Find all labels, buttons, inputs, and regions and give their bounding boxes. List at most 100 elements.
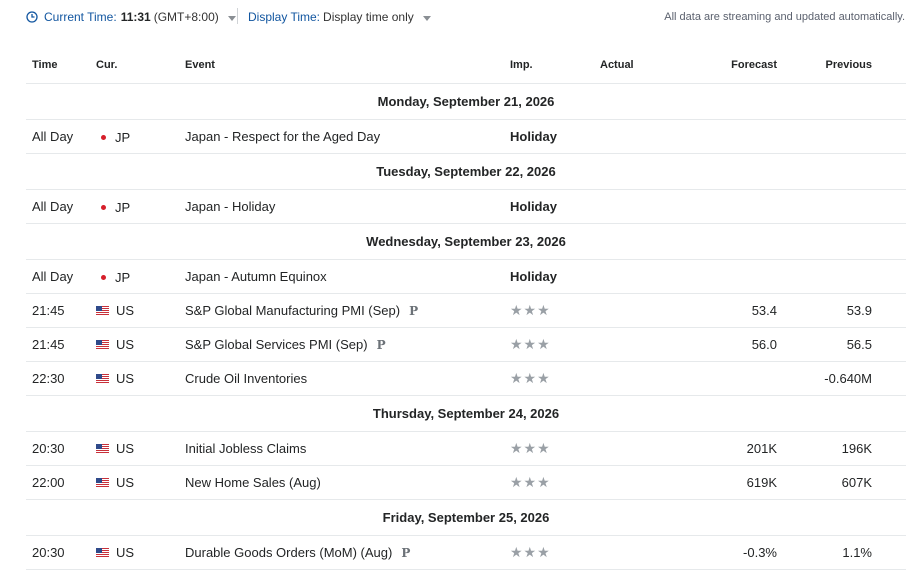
event-currency-cell: US [96,465,185,500]
display-time-value: Display time only [323,10,414,24]
row-spacer [872,259,906,294]
table-header-row: Time Cur. Event Imp. Actual Forecast Pre… [26,47,906,84]
event-row[interactable]: 21:45 US S&P Global Services PMI (Sep) P ★★★… [26,327,906,362]
calendar-toolbar: Current Time: 11:31 (GMT+8:00) Display T… [0,0,919,34]
event-row[interactable]: 20:30 US Durable Goods Orders (MoM) (Aug) P… [26,535,906,570]
importance-stars-icon: ★★★ [510,465,600,500]
holiday-label: Holiday [510,119,600,154]
row-spacer [872,119,906,154]
event-actual [600,465,700,500]
event-previous: -0.640M [777,361,872,396]
us-flag-icon [96,339,109,349]
us-flag-icon [96,305,109,315]
event-previous: 1.1% [777,535,872,570]
preliminary-icon: P [401,545,411,560]
chevron-down-icon [422,15,431,21]
day-header-label: Friday, September 25, 2026 [26,499,906,536]
current-time-selector[interactable]: Current Time: 11:31 (GMT+8:00) [26,10,236,24]
event-currency-cell: US [96,293,185,328]
jp-flag-icon [101,274,106,280]
column-header-time: Time [26,47,96,84]
event-forecast: 56.0 [700,327,777,362]
event-previous [777,119,872,154]
event-forecast: -0.3% [700,535,777,570]
row-spacer [872,361,906,396]
event-currency-cell: US [96,431,185,466]
event-name-link[interactable]: New Home Sales (Aug) [185,475,321,490]
day-header-row: Tuesday, September 22, 2026 [26,153,906,190]
event-currency-cell: JP [96,189,185,224]
event-row[interactable]: All Day JP Japan - Holiday Holiday [26,189,906,224]
column-header-previous: Previous [777,47,872,84]
calendar-body: Monday, September 21, 2026 All Day JP Japan… [26,83,906,570]
event-name-cell: Durable Goods Orders (MoM) (Aug) P [185,535,510,570]
event-name-link[interactable]: Initial Jobless Claims [185,441,306,456]
us-flag-icon [96,547,109,557]
event-row[interactable]: 22:30 US Crude Oil Inventories ★★★ -0.640M [26,361,906,396]
importance-stars-icon: ★★★ [510,431,600,466]
event-name-link[interactable]: Durable Goods Orders (MoM) (Aug) [185,545,392,560]
event-row[interactable]: 21:45 US S&P Global Manufacturing PMI (Sep… [26,293,906,328]
event-name-cell: Japan - Respect for the Aged Day [185,119,510,154]
importance-stars-icon: ★★★ [510,535,600,570]
event-row[interactable]: 20:30 US Initial Jobless Claims ★★★ 201K 196K [26,431,906,466]
event-time: 22:30 [26,361,96,396]
event-row[interactable]: 22:00 US New Home Sales (Aug) ★★★ 619K 607K [26,465,906,500]
jp-flag-icon [101,204,106,210]
event-name-link[interactable]: S&P Global Manufacturing PMI (Sep) [185,303,400,318]
event-actual [600,189,700,224]
event-name-link[interactable]: Crude Oil Inventories [185,371,307,386]
column-header-currency: Cur. [96,47,185,84]
event-currency-cell: JP [96,119,185,154]
event-previous: 196K [777,431,872,466]
event-previous: 607K [777,465,872,500]
event-currency-cell: US [96,361,185,396]
event-actual [600,119,700,154]
event-time: All Day [26,259,96,294]
clock-icon [26,11,38,23]
column-header-spacer [872,47,906,84]
event-time: 20:30 [26,431,96,466]
us-flag-icon [96,373,109,383]
event-previous: 53.9 [777,293,872,328]
event-name-link[interactable]: Japan - Autumn Equinox [185,269,327,284]
us-flag-icon [96,477,109,487]
economic-calendar-table: Time Cur. Event Imp. Actual Forecast Pre… [26,47,906,570]
event-time: All Day [26,119,96,154]
row-spacer [872,327,906,362]
event-currency: US [116,474,135,490]
event-currency: US [116,302,135,318]
event-name-link[interactable]: Japan - Holiday [185,199,275,214]
row-spacer [872,189,906,224]
event-currency: US [116,370,135,386]
event-currency: JP [115,129,131,145]
column-header-importance: Imp. [510,47,600,84]
row-spacer [872,535,906,570]
event-name-cell: Japan - Holiday [185,189,510,224]
event-currency: US [116,440,135,456]
toolbar-divider [237,8,238,24]
event-currency-cell: US [96,327,185,362]
event-forecast: 201K [700,431,777,466]
display-time-selector[interactable]: Display Time: Display time only [248,10,431,24]
jp-flag-icon [101,134,106,140]
event-name-link[interactable]: S&P Global Services PMI (Sep) [185,337,368,352]
column-header-actual: Actual [600,47,700,84]
event-name-link[interactable]: Japan - Respect for the Aged Day [185,129,380,144]
event-name-cell: Crude Oil Inventories [185,361,510,396]
event-row[interactable]: All Day JP Japan - Autumn Equinox Holiday [26,259,906,294]
holiday-label: Holiday [510,259,600,294]
chevron-down-icon [227,15,236,21]
event-actual [600,431,700,466]
day-header-row: Thursday, September 24, 2026 [26,395,906,432]
event-actual [600,361,700,396]
day-header-row: Monday, September 21, 2026 [26,83,906,120]
event-forecast [700,361,777,396]
event-actual [600,327,700,362]
importance-stars-icon: ★★★ [510,293,600,328]
event-name-cell: S&P Global Services PMI (Sep) P [185,327,510,362]
event-row[interactable]: All Day JP Japan - Respect for the Aged Da… [26,119,906,154]
day-header-label: Thursday, September 24, 2026 [26,395,906,432]
event-actual [600,259,700,294]
importance-stars-icon: ★★★ [510,361,600,396]
